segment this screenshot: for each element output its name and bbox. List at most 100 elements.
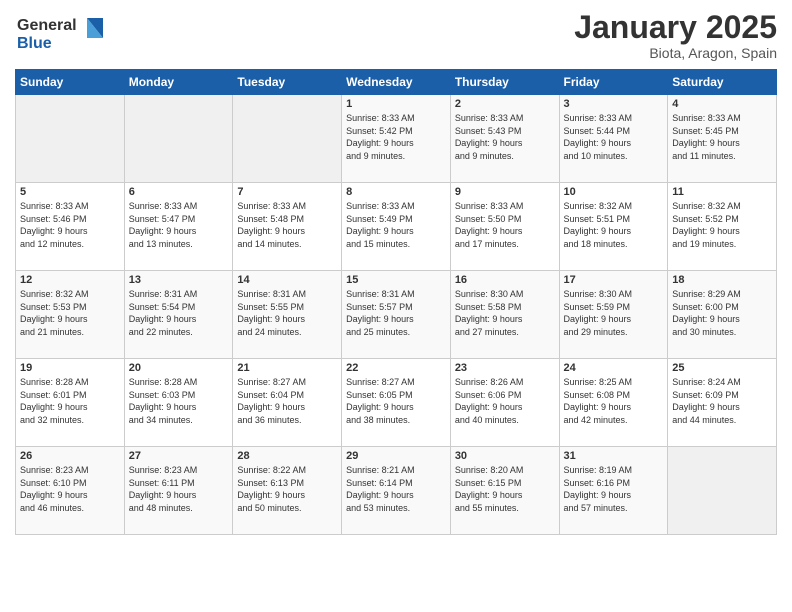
- day-info: Sunrise: 8:20 AM Sunset: 6:15 PM Dayligh…: [455, 464, 555, 514]
- day-number: 21: [237, 362, 337, 374]
- calendar-cell: 4 Sunrise: 8:33 AM Sunset: 5:45 PM Daylig…: [668, 95, 777, 183]
- calendar-cell: 7Sunrise: 8:33 AM Sunset: 5:48 PM Daylig…: [233, 183, 342, 271]
- day-number: 27: [129, 450, 229, 462]
- calendar-cell: 22 Sunrise: 8:27 AM Sunset: 6:05 PM Dayli…: [342, 359, 451, 447]
- day-number: 29: [346, 450, 446, 462]
- day-number: 8: [346, 186, 446, 198]
- day-number: 22: [346, 362, 446, 374]
- calendar-cell: 21 Sunrise: 8:27 AM Sunset: 6:04 PM Dayli…: [233, 359, 342, 447]
- day-info: Sunrise: 8:33 AM Sunset: 5:46 PM Dayligh…: [20, 200, 120, 250]
- calendar-cell: 11Sunrise: 8:32 AM Sunset: 5:52 PM Dayli…: [668, 183, 777, 271]
- calendar-week-2: 5 Sunrise: 8:33 AM Sunset: 5:46 PM Daylig…: [16, 183, 777, 271]
- day-number: 25: [672, 362, 772, 374]
- svg-text:Blue: Blue: [17, 35, 52, 52]
- day-number: 15: [346, 274, 446, 286]
- day-info: Sunrise: 8:31 AM Sunset: 5:54 PM Dayligh…: [129, 288, 229, 338]
- day-number: 9: [455, 186, 555, 198]
- calendar-cell: 19Sunrise: 8:28 AM Sunset: 6:01 PM Dayli…: [16, 359, 125, 447]
- day-number: 1: [346, 98, 446, 110]
- day-number: 19: [20, 362, 120, 374]
- calendar-cell: 20 Sunrise: 8:28 AM Sunset: 6:03 PM Dayli…: [124, 359, 233, 447]
- calendar-week-5: 26Sunrise: 8:23 AM Sunset: 6:10 PM Dayli…: [16, 447, 777, 535]
- day-info: Sunrise: 8:33 AM Sunset: 5:49 PM Dayligh…: [346, 200, 446, 250]
- calendar-cell: 31 Sunrise: 8:19 AM Sunset: 6:16 PM Dayli…: [559, 447, 668, 535]
- day-number: 7: [237, 186, 337, 198]
- day-info: Sunrise: 8:32 AM Sunset: 5:51 PM Dayligh…: [564, 200, 664, 250]
- title-block: January 2025 Biota, Aragon, Spain: [574, 10, 777, 61]
- calendar-cell: 27Sunrise: 8:23 AM Sunset: 6:11 PM Dayli…: [124, 447, 233, 535]
- day-number: 5: [20, 186, 120, 198]
- svg-text:General: General: [17, 17, 77, 34]
- day-info: Sunrise: 8:29 AM Sunset: 6:00 PM Dayligh…: [672, 288, 772, 338]
- calendar-cell: 12 Sunrise: 8:32 AM Sunset: 5:53 PM Dayli…: [16, 271, 125, 359]
- calendar-week-4: 19Sunrise: 8:28 AM Sunset: 6:01 PM Dayli…: [16, 359, 777, 447]
- day-info: Sunrise: 8:33 AM Sunset: 5:50 PM Dayligh…: [455, 200, 555, 250]
- day-number: 14: [237, 274, 337, 286]
- day-info: Sunrise: 8:26 AM Sunset: 6:06 PM Dayligh…: [455, 376, 555, 426]
- day-number: 12: [20, 274, 120, 286]
- day-number: 17: [564, 274, 664, 286]
- weekday-header-row: SundayMondayTuesdayWednesdayThursdayFrid…: [16, 70, 777, 95]
- day-info: Sunrise: 8:24 AM Sunset: 6:09 PM Dayligh…: [672, 376, 772, 426]
- calendar-cell: 26Sunrise: 8:23 AM Sunset: 6:10 PM Dayli…: [16, 447, 125, 535]
- calendar-cell: 17 Sunrise: 8:30 AM Sunset: 5:59 PM Dayli…: [559, 271, 668, 359]
- calendar-cell: [124, 95, 233, 183]
- calendar-cell: 24 Sunrise: 8:25 AM Sunset: 6:08 PM Dayli…: [559, 359, 668, 447]
- calendar-cell: [668, 447, 777, 535]
- page: General Blue January 2025 Biota, Aragon,…: [0, 0, 792, 612]
- calendar-cell: 28Sunrise: 8:22 AM Sunset: 6:13 PM Dayli…: [233, 447, 342, 535]
- calendar-cell: 23Sunrise: 8:26 AM Sunset: 6:06 PM Dayli…: [450, 359, 559, 447]
- day-info: Sunrise: 8:30 AM Sunset: 5:59 PM Dayligh…: [564, 288, 664, 338]
- calendar-cell: 8 Sunrise: 8:33 AM Sunset: 5:49 PM Daylig…: [342, 183, 451, 271]
- calendar-cell: [16, 95, 125, 183]
- calendar-week-3: 12 Sunrise: 8:32 AM Sunset: 5:53 PM Dayli…: [16, 271, 777, 359]
- calendar-cell: 14Sunrise: 8:31 AM Sunset: 5:55 PM Dayli…: [233, 271, 342, 359]
- calendar-cell: 9 Sunrise: 8:33 AM Sunset: 5:50 PM Daylig…: [450, 183, 559, 271]
- day-number: 4: [672, 98, 772, 110]
- day-info: Sunrise: 8:19 AM Sunset: 6:16 PM Dayligh…: [564, 464, 664, 514]
- header: General Blue January 2025 Biota, Aragon,…: [15, 10, 777, 61]
- weekday-header-saturday: Saturday: [668, 70, 777, 95]
- calendar-cell: 29 Sunrise: 8:21 AM Sunset: 6:14 PM Dayli…: [342, 447, 451, 535]
- calendar-cell: 16 Sunrise: 8:30 AM Sunset: 5:58 PM Dayli…: [450, 271, 559, 359]
- day-info: Sunrise: 8:27 AM Sunset: 6:05 PM Dayligh…: [346, 376, 446, 426]
- day-number: 20: [129, 362, 229, 374]
- day-info: Sunrise: 8:33 AM Sunset: 5:47 PM Dayligh…: [129, 200, 229, 250]
- calendar-cell: 1 Sunrise: 8:33 AM Sunset: 5:42 PM Daylig…: [342, 95, 451, 183]
- calendar-cell: 25 Sunrise: 8:24 AM Sunset: 6:09 PM Dayli…: [668, 359, 777, 447]
- calendar-cell: 2 Sunrise: 8:33 AM Sunset: 5:43 PM Daylig…: [450, 95, 559, 183]
- calendar-cell: 5 Sunrise: 8:33 AM Sunset: 5:46 PM Daylig…: [16, 183, 125, 271]
- day-info: Sunrise: 8:33 AM Sunset: 5:45 PM Dayligh…: [672, 112, 772, 162]
- day-number: 24: [564, 362, 664, 374]
- day-info: Sunrise: 8:28 AM Sunset: 6:03 PM Dayligh…: [129, 376, 229, 426]
- day-info: Sunrise: 8:31 AM Sunset: 5:57 PM Dayligh…: [346, 288, 446, 338]
- calendar-cell: 10Sunrise: 8:32 AM Sunset: 5:51 PM Dayli…: [559, 183, 668, 271]
- day-number: 11: [672, 186, 772, 198]
- calendar-cell: 6 Sunrise: 8:33 AM Sunset: 5:47 PM Daylig…: [124, 183, 233, 271]
- day-number: 3: [564, 98, 664, 110]
- day-info: Sunrise: 8:32 AM Sunset: 5:53 PM Dayligh…: [20, 288, 120, 338]
- calendar-title: January 2025: [574, 10, 777, 45]
- weekday-header-thursday: Thursday: [450, 70, 559, 95]
- logo-icon: General Blue: [15, 10, 105, 54]
- day-number: 16: [455, 274, 555, 286]
- day-number: 30: [455, 450, 555, 462]
- day-info: Sunrise: 8:33 AM Sunset: 5:44 PM Dayligh…: [564, 112, 664, 162]
- weekday-header-wednesday: Wednesday: [342, 70, 451, 95]
- day-number: 2: [455, 98, 555, 110]
- weekday-header-tuesday: Tuesday: [233, 70, 342, 95]
- day-info: Sunrise: 8:25 AM Sunset: 6:08 PM Dayligh…: [564, 376, 664, 426]
- calendar-subtitle: Biota, Aragon, Spain: [574, 45, 777, 61]
- day-info: Sunrise: 8:33 AM Sunset: 5:42 PM Dayligh…: [346, 112, 446, 162]
- day-info: Sunrise: 8:30 AM Sunset: 5:58 PM Dayligh…: [455, 288, 555, 338]
- day-info: Sunrise: 8:33 AM Sunset: 5:43 PM Dayligh…: [455, 112, 555, 162]
- calendar-week-1: 1 Sunrise: 8:33 AM Sunset: 5:42 PM Daylig…: [16, 95, 777, 183]
- calendar-cell: 15 Sunrise: 8:31 AM Sunset: 5:57 PM Dayli…: [342, 271, 451, 359]
- day-number: 28: [237, 450, 337, 462]
- day-number: 26: [20, 450, 120, 462]
- day-number: 31: [564, 450, 664, 462]
- day-info: Sunrise: 8:21 AM Sunset: 6:14 PM Dayligh…: [346, 464, 446, 514]
- calendar-cell: [233, 95, 342, 183]
- day-number: 6: [129, 186, 229, 198]
- day-info: Sunrise: 8:27 AM Sunset: 6:04 PM Dayligh…: [237, 376, 337, 426]
